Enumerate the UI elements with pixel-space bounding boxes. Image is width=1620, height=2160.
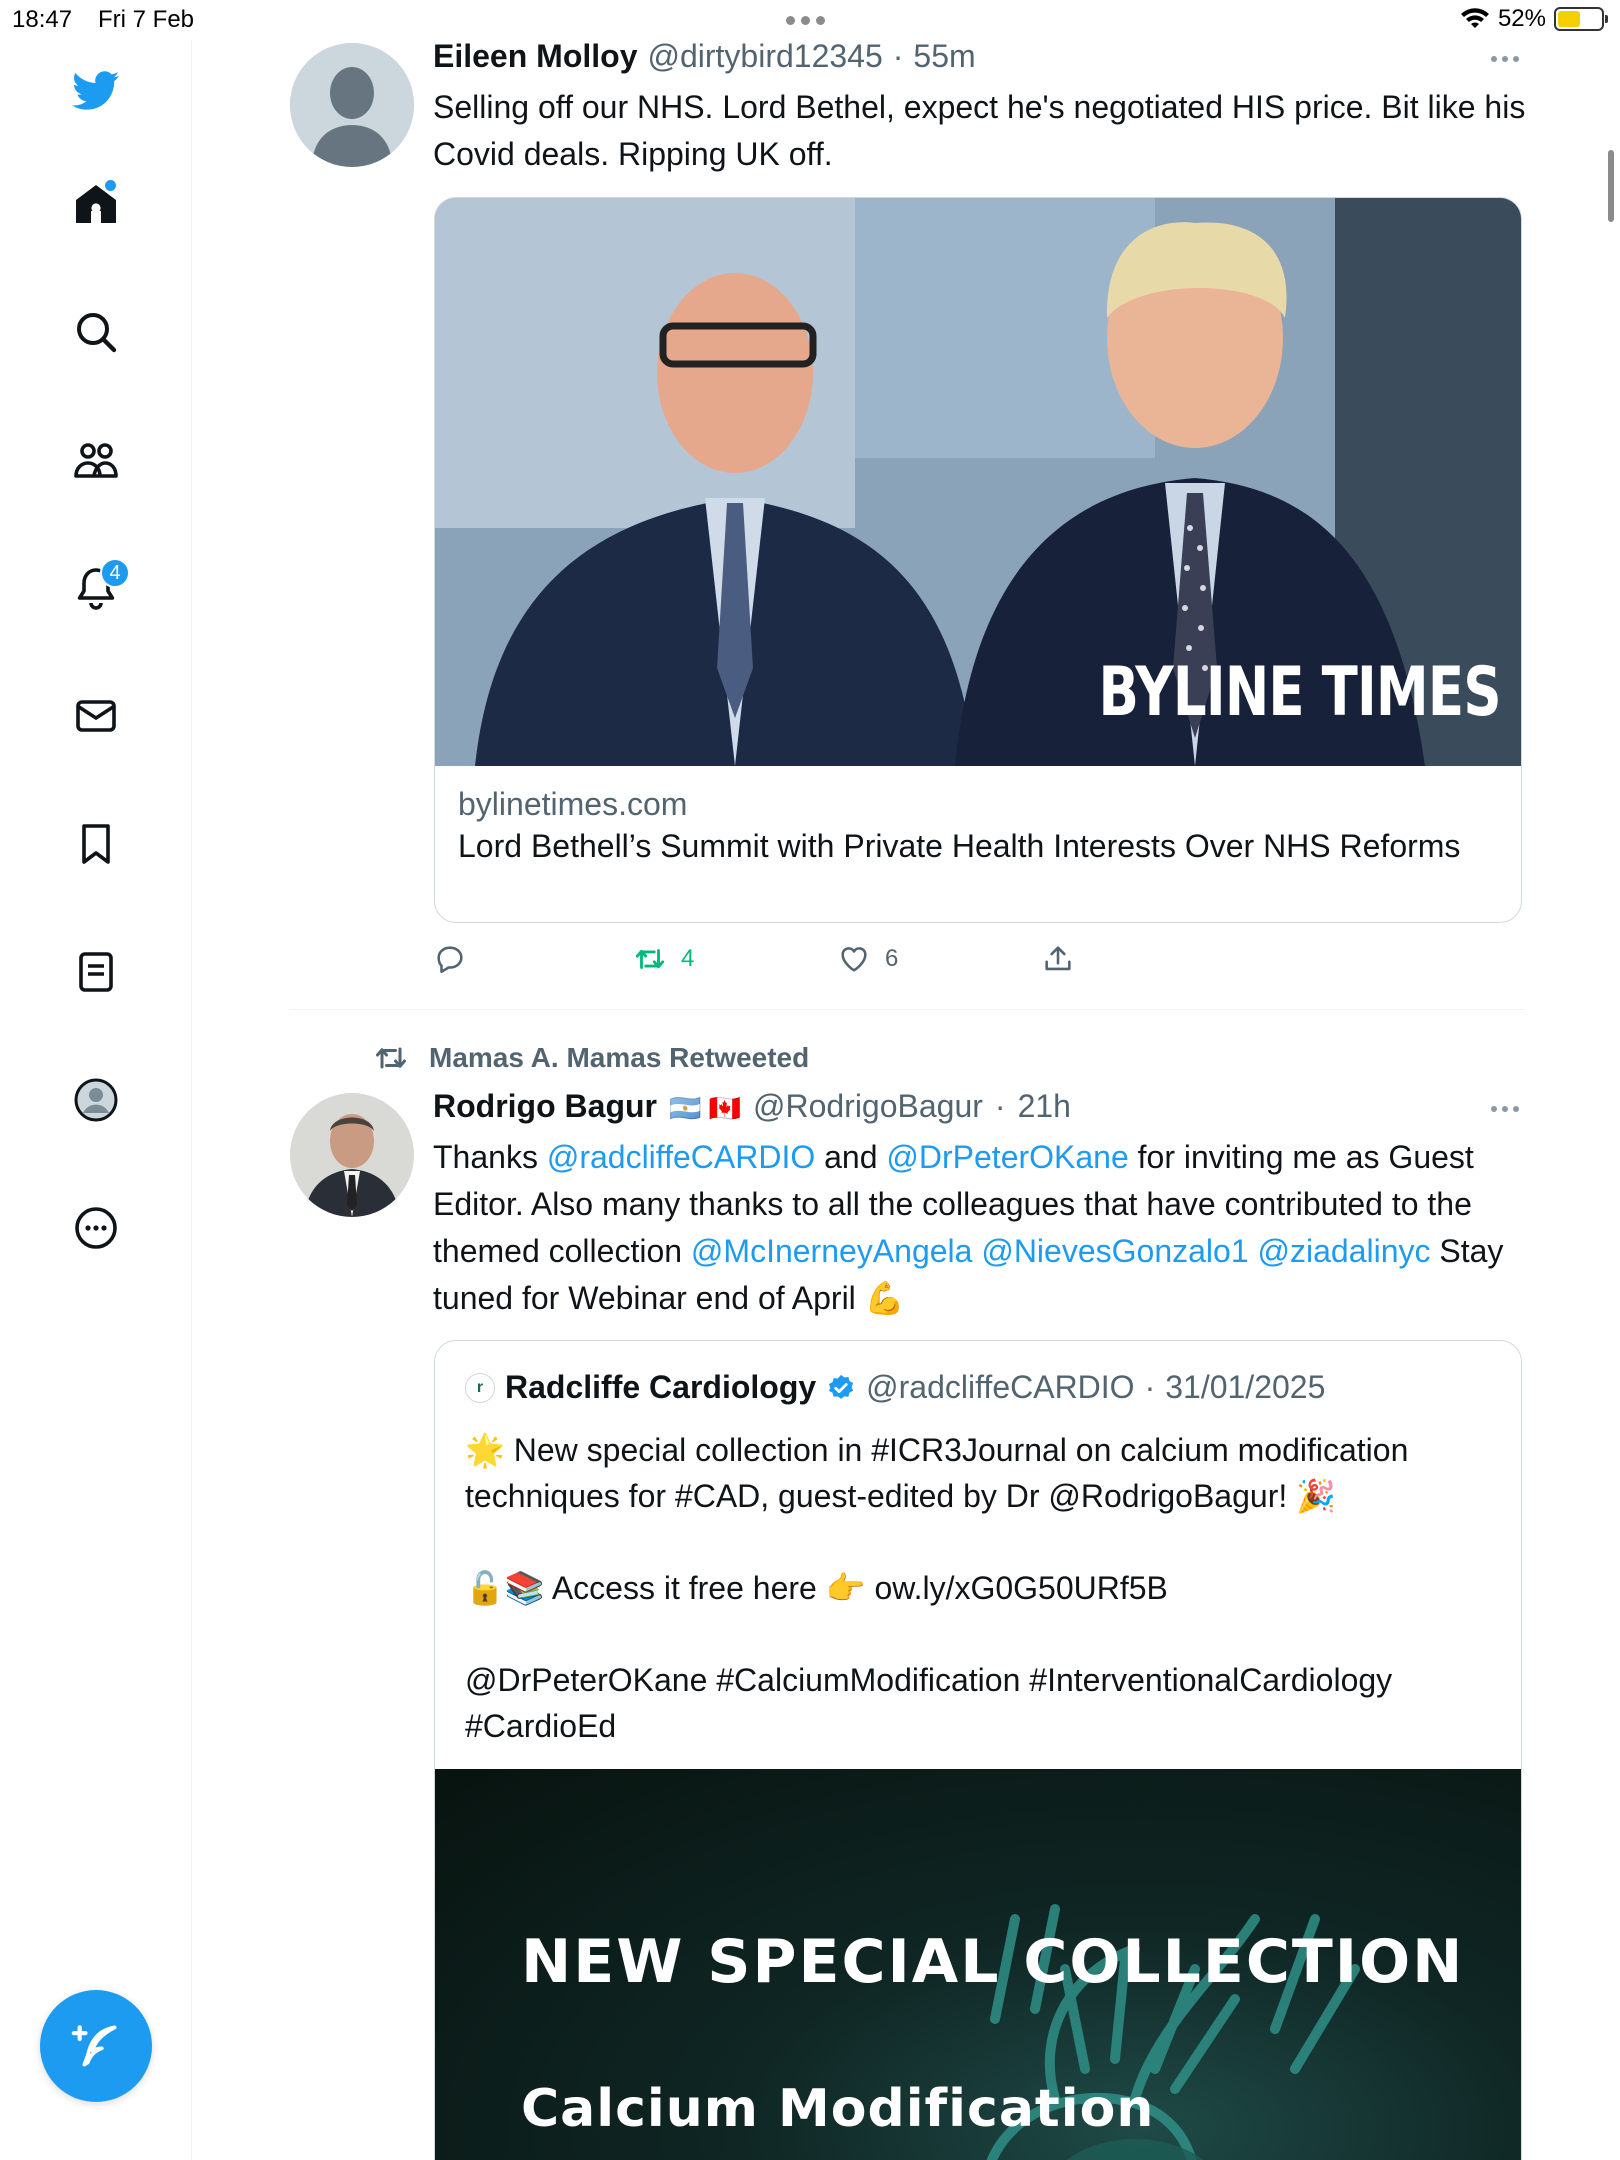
scrollbar[interactable] (1608, 150, 1614, 222)
tweet-time[interactable]: 55m (913, 38, 975, 75)
heart-icon (841, 947, 867, 972)
wifi-icon (1460, 8, 1489, 28)
reply-icon (437, 946, 463, 974)
tweet-more-icon[interactable] (1491, 1106, 1519, 1112)
quoted-tweet-text: 🌟 New special collection in #ICR3Journal… (465, 1432, 1409, 1744)
retweet-icon (376, 1047, 406, 1069)
reply-button[interactable] (433, 942, 467, 976)
retweeted-by-text: Mamas A. Mamas Retweeted (429, 1042, 810, 1073)
retweet-icon (635, 949, 665, 969)
status-bar: 18:47 Fri 7 Feb 52% (0, 0, 1620, 40)
quoted-author-handle[interactable]: @radcliffeCARDIO (866, 1369, 1134, 1406)
more-icon[interactable] (66, 1198, 126, 1258)
retweet-button[interactable]: 4 (633, 942, 694, 976)
tweet-header: Eileen Molloy @dirtybird12345 · 55m (433, 38, 976, 75)
messages-icon[interactable] (66, 686, 126, 746)
link-card-domain: bylinetimes.com (458, 786, 688, 822)
tweet-text-part: and (815, 1139, 887, 1175)
author-flags: 🇦🇷 🇨🇦 (668, 1093, 741, 1123)
quoted-tweet[interactable]: r Radcliffe Cardiology @radcliffeCARDIO … (434, 1340, 1522, 2160)
profile-photo (290, 1093, 414, 1217)
like-count: 6 (885, 945, 899, 972)
notifications-badge: 4 (100, 558, 130, 588)
share-icon (1045, 946, 1071, 971)
quoted-tweet-date[interactable]: 31/01/2025 (1165, 1369, 1325, 1406)
like-button[interactable]: 6 (837, 942, 898, 976)
status-right: 52% (1460, 5, 1608, 33)
author-handle[interactable]: @RodrigoBagur (753, 1088, 983, 1125)
separator-dot: · (892, 38, 904, 74)
link-card[interactable]: BYLINE TIMES bylinetimes.com Lord Bethel… (434, 197, 1522, 923)
tweet-text: Thanks @radcliffeCARDIO and @DrPeterOKan… (433, 1134, 1543, 1322)
mention-link[interactable]: @McInerneyAngela (691, 1233, 973, 1269)
mention-link[interactable]: @DrPeterOKane (886, 1139, 1128, 1175)
avatar[interactable] (290, 43, 414, 167)
link-card-title: Lord Bethell’s Summit with Private Healt… (458, 828, 1461, 864)
tweet-header: Rodrigo Bagur 🇦🇷 🇨🇦 @RodrigoBagur · 21h (433, 1088, 1071, 1125)
home-new-dot (105, 180, 116, 191)
bookmarks-icon[interactable] (66, 814, 126, 874)
default-avatar-icon (290, 43, 414, 167)
author-name[interactable]: Rodrigo Bagur (433, 1088, 657, 1125)
author-handle[interactable]: @dirtybird12345 (647, 38, 882, 75)
multitasking-dots-icon[interactable] (786, 16, 825, 25)
notifications-icon[interactable]: 4 (66, 558, 130, 618)
sidebar-nav: 4 (0, 0, 192, 2160)
home-icon[interactable] (66, 174, 126, 234)
lists-icon[interactable] (66, 942, 126, 1002)
author-name[interactable]: Eileen Molloy (433, 38, 637, 75)
separator-dot: · (994, 1088, 1006, 1124)
avatar[interactable] (290, 1093, 414, 1217)
status-date: Fri 7 Feb (98, 6, 195, 33)
battery-icon (1554, 7, 1608, 31)
mention-link[interactable]: @ziadalinyc (1258, 1233, 1431, 1269)
tweet-divider (290, 1009, 1525, 1010)
compose-tweet-icon (71, 2025, 117, 2067)
retweeted-by-line[interactable]: Mamas A. Mamas Retweeted (373, 1040, 809, 1076)
tweet-text-part: Thanks (433, 1139, 547, 1175)
battery-percent: 52% (1497, 5, 1546, 32)
profile-icon[interactable] (66, 1070, 126, 1130)
mention-link[interactable]: @radcliffeCARDIO (547, 1139, 815, 1175)
quoted-image-subtitle: Calcium Modification (521, 2079, 1155, 2139)
status-time: 18:47 (12, 6, 73, 33)
tweet-more-icon[interactable] (1491, 56, 1519, 62)
share-button[interactable] (1041, 942, 1075, 976)
mention-link[interactable]: @NievesGonzalo1 (981, 1233, 1248, 1269)
link-card-image: BYLINE TIMES (435, 198, 1521, 766)
radcliffe-logo-icon: r (465, 1372, 495, 1403)
timeline: Eileen Molloy @dirtybird12345 · 55m Sell… (193, 0, 1620, 2160)
verified-badge-icon (829, 1374, 854, 1399)
quoted-tweet-header: r Radcliffe Cardiology @radcliffeCARDIO … (465, 1369, 1325, 1406)
retweet-count: 4 (681, 945, 695, 972)
tweet-text-part (972, 1233, 981, 1269)
compose-tweet-button[interactable] (40, 1990, 152, 2102)
quoted-author-name[interactable]: Radcliffe Cardiology (505, 1369, 816, 1406)
communities-icon[interactable] (66, 430, 126, 490)
separator-dot: · (1144, 1369, 1156, 1405)
tweet-text-part (1249, 1233, 1258, 1269)
quoted-image-title: NEW SPECIAL COLLECTION (521, 1927, 1465, 1997)
tweet-time[interactable]: 21h (1018, 1088, 1071, 1125)
tweet-text: Selling off our NHS. Lord Bethel, expect… (433, 89, 1526, 172)
twitter-bird-icon[interactable] (66, 60, 126, 120)
search-icon[interactable] (66, 302, 126, 362)
byline-times-watermark: BYLINE TIMES (1098, 653, 1502, 732)
quoted-tweet-image: NEW SPECIAL COLLECTION Calcium Modificat… (435, 1769, 1521, 2160)
